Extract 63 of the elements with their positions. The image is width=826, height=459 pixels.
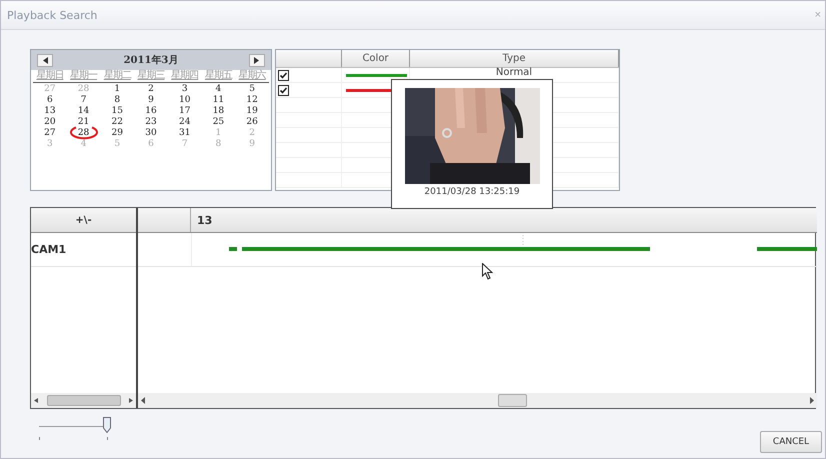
calendar-day[interactable]: 1 xyxy=(114,84,120,95)
channel-label[interactable]: CAM1 xyxy=(31,243,66,256)
calendar-day[interactable]: 8 xyxy=(114,95,120,106)
month-title: 2011年3月 xyxy=(124,54,178,67)
calendar-day[interactable]: 14 xyxy=(78,106,90,117)
weekday-label: 星期二 xyxy=(102,70,132,82)
preview-timestamp: 2011/03/28 13:25:19 xyxy=(424,187,520,197)
previous-month-button[interactable] xyxy=(37,54,53,66)
right-arrow-icon xyxy=(254,56,260,64)
weekday-label: 星期六 xyxy=(238,70,268,82)
calendar-day[interactable]: 16 xyxy=(145,106,157,117)
type-label: Normal xyxy=(496,66,532,78)
calendar-day[interactable]: 6 xyxy=(46,95,53,106)
calendar-day[interactable]: 18 xyxy=(212,106,224,117)
calendar-day[interactable]: 11 xyxy=(212,95,224,106)
calendar-day[interactable]: 5 xyxy=(249,84,255,95)
right-arrow-icon xyxy=(810,397,814,404)
calendar-day[interactable]: 26 xyxy=(246,117,258,128)
checkbox[interactable] xyxy=(278,84,289,96)
weekday-label: 星期三 xyxy=(136,70,166,82)
slider-thumb[interactable] xyxy=(103,417,111,433)
calendar-day[interactable]: 9 xyxy=(148,95,154,106)
calendar-day[interactable]: 22 xyxy=(112,117,123,128)
calendar-day[interactable]: 31 xyxy=(178,128,190,139)
calendar-day[interactable]: 2 xyxy=(148,84,154,95)
cancel-button[interactable]: CANCEL xyxy=(760,431,822,453)
mouse-cursor-icon xyxy=(482,263,493,280)
calendar-day[interactable]: 19 xyxy=(246,106,258,117)
next-month-button[interactable] xyxy=(248,54,265,66)
weekday-label: 星期一 xyxy=(69,70,98,82)
hour-label: 13 xyxy=(196,214,212,226)
calendar-day[interactable]: 10 xyxy=(178,95,190,106)
calendar-day[interactable]: 17 xyxy=(178,106,190,117)
weekday-label: 星期四 xyxy=(170,70,200,82)
right-arrow-icon xyxy=(129,398,133,403)
scroll-thumb[interactable] xyxy=(46,395,120,406)
left-arrow-icon xyxy=(34,398,38,403)
scroll-thumb[interactable] xyxy=(498,394,527,407)
calendar-day[interactable]: 7 xyxy=(80,95,86,106)
weekday-label: 星期日 xyxy=(35,70,64,82)
left-arrow-icon xyxy=(141,397,145,404)
calendar-day[interactable]: 3 xyxy=(182,84,188,95)
scrollbar[interactable] xyxy=(31,393,136,408)
calendar-day[interactable]: 12 xyxy=(246,95,258,106)
weekday-label: 星期五 xyxy=(204,70,234,82)
column-header[interactable]: Color xyxy=(342,50,410,67)
calendar-day[interactable]: 29 xyxy=(112,128,123,139)
calendar-day[interactable]: 13 xyxy=(44,106,56,117)
scrollbar[interactable] xyxy=(138,393,817,408)
calendar-day[interactable]: 23 xyxy=(145,117,157,128)
calendar-day[interactable]: 28 xyxy=(78,128,90,139)
calendar-day[interactable]: 30 xyxy=(145,128,157,139)
calendar-day[interactable]: 25 xyxy=(212,117,224,128)
checkbox[interactable] xyxy=(278,70,289,80)
calendar-day[interactable]: 15 xyxy=(112,106,123,117)
calendar-day[interactable]: 20 xyxy=(44,117,56,128)
calendar-day[interactable]: 4 xyxy=(216,84,222,95)
calendar-day[interactable]: 21 xyxy=(78,117,90,128)
calendar-day[interactable]: 24 xyxy=(178,117,190,128)
window-title: Playback Search xyxy=(7,8,98,22)
column-header[interactable]: Type xyxy=(410,50,619,67)
calendar-day[interactable]: 27 xyxy=(44,128,56,139)
left-arrow-icon xyxy=(42,56,48,64)
